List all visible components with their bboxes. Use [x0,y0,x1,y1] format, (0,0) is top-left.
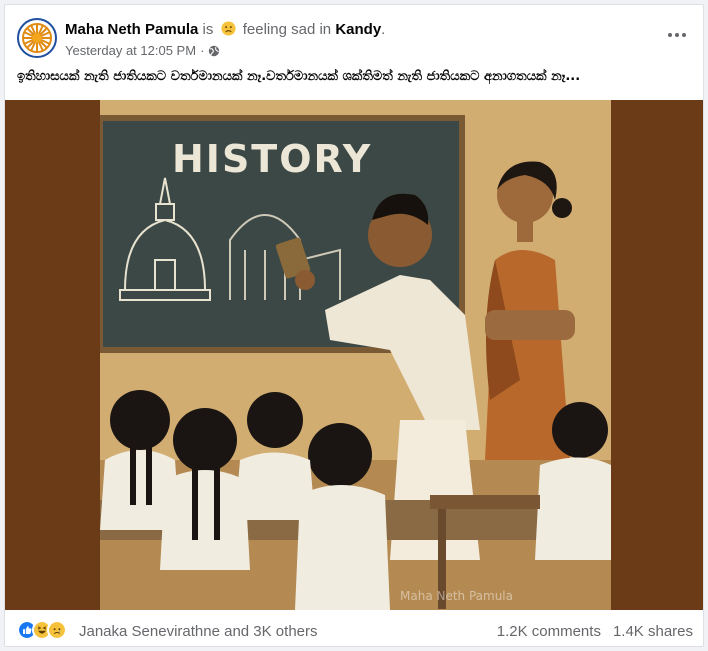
classroom-illustration: HISTORY Maha Neth Pamula [100,100,611,610]
post-header: Maha Neth Pamula is feeling sad in Kandy… [5,5,703,67]
shares-count[interactable]: 1.4K shares [613,623,693,640]
period-text: . [381,21,386,38]
more-dot-icon [668,33,672,37]
author-line: Maha Neth Pamula is feeling sad in Kandy… [65,21,385,38]
dharma-wheel-logo-icon [22,23,52,53]
image-watermark: Maha Neth Pamula [400,589,513,603]
status-is-text: is [202,21,214,38]
sad-icon [47,620,67,640]
reaction-icons[interactable] [17,620,67,640]
post-caption: ඉතිහාසයක් නැති ජාතියකට වර්තමානයක් නෑ.වර්… [17,69,581,84]
post-meta: Yesterday at 12:05 PM · [65,43,220,58]
meta-separator: · [200,43,205,58]
engagement-counts: 1.2K comments 1.4K shares [497,623,693,640]
comments-count[interactable]: 1.2K comments [497,623,601,640]
more-dot-icon [675,33,679,37]
in-text: in [319,21,332,38]
location-link[interactable]: Kandy [335,21,381,38]
globe-icon[interactable] [208,45,220,57]
feeling-text: feeling sad [242,21,316,38]
post-image-frame[interactable]: HISTORY Maha Neth Pamula [5,100,703,610]
author-name[interactable]: Maha Neth Pamula [65,21,198,38]
page-avatar[interactable] [17,18,57,58]
post-card: Maha Neth Pamula is feeling sad in Kandy… [4,4,704,647]
more-dot-icon [682,33,686,37]
reactors-text[interactable]: Janaka Senevirathne and 3K others [79,623,318,640]
post-image[interactable]: HISTORY Maha Neth Pamula [100,100,611,610]
blackboard-title: HISTORY [172,137,372,181]
timestamp[interactable]: Yesterday at 12:05 PM [65,43,196,58]
sad-face-icon [221,21,236,36]
more-options-button[interactable] [665,25,689,45]
post-footer: Janaka Senevirathne and 3K others 1.2K c… [5,610,703,646]
